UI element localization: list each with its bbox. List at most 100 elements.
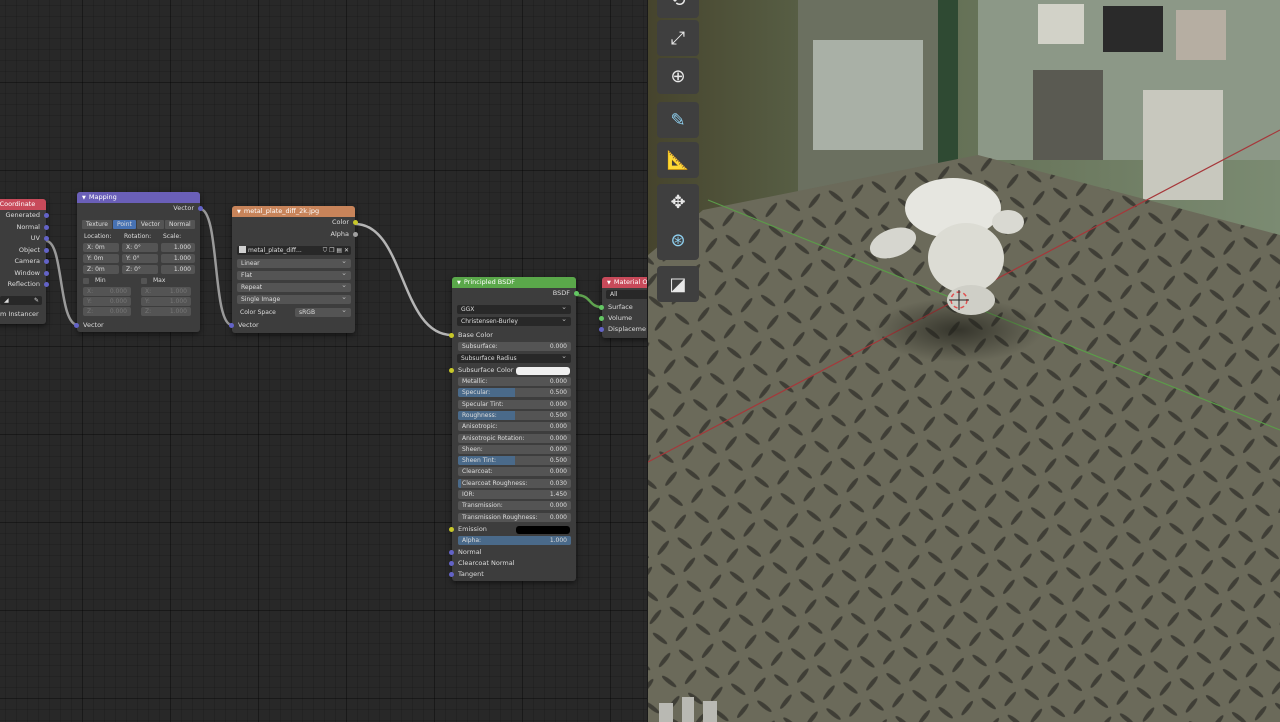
socket[interactable] [44,213,49,218]
color-space-dropdown[interactable]: sRGB [295,308,351,317]
shader-node-editor[interactable]: re Coordinate Generated Normal UV Object… [0,0,648,722]
rotation-z-field[interactable]: Z: 0° [122,265,158,274]
3d-viewport[interactable]: ⟲ ⤢ ⊕ ✎ 📐 ✥ ⊛ ◪ [648,0,1280,722]
object-picker[interactable]: ◢ ✎ [0,296,42,305]
bsdf-param-slider[interactable]: Clearcoat Roughness: 0.030 [458,478,571,488]
min-checkbox[interactable]: Min [83,277,106,284]
slider-value: 0.500 [549,389,567,397]
socket[interactable] [449,561,454,566]
bsdf-param-slider[interactable]: Transmission: 0.000 [458,501,571,511]
socket[interactable] [449,550,454,555]
rotation-y-field[interactable]: Y: 0° [122,254,158,263]
collapse-icon[interactable]: ▼ [607,278,611,288]
bsdf-param-slider[interactable]: Anisotropic: 0.000 [458,422,571,432]
socket[interactable] [74,323,79,328]
image-texture-node[interactable]: ▼ metal_plate_diff_2k.jpg Color Alpha met… [229,206,358,333]
socket[interactable] [353,220,358,225]
min-y-field[interactable]: Y: 0.000 [83,297,131,306]
annotate-icon[interactable]: ✎ [657,102,699,138]
socket[interactable] [198,206,203,211]
max-y-field[interactable]: Y: 1.000 [141,297,191,306]
measure-icon[interactable]: 📐 [657,142,699,178]
orbit-view-icon[interactable]: ⊛ [657,222,699,258]
collapse-icon[interactable]: ▼ [82,193,86,203]
collapse-icon[interactable]: ▼ [237,207,241,217]
bsdf-param-slider[interactable]: Metallic: 0.000 [458,377,571,386]
mapping-node[interactable]: ▼ Mapping Vector Texture Point Vector Nor… [74,192,203,332]
subsurface-color-swatch[interactable] [516,367,570,375]
move-view-icon[interactable]: ✥ [657,184,699,220]
node-header[interactable]: ▼ metal_plate_diff_2k.jpg [232,206,355,217]
rotation-x-field[interactable]: X: 0° [122,243,158,252]
scale-z-field[interactable]: 1.000 [161,265,195,274]
socket[interactable] [449,368,454,373]
min-x-field[interactable]: X: 0.000 [83,287,131,296]
distribution-dropdown[interactable]: GGX [457,305,571,314]
mapping-type-tabs[interactable]: Texture Point Vector Normal [82,220,195,229]
principled-bsdf-node[interactable]: ▼Principled BSDF BSDF GGX Christensen-Bu… [449,277,579,581]
node-header[interactable]: re Coordinate [0,199,46,210]
slider-label: Specular Tint: [462,400,504,408]
socket[interactable] [599,316,604,321]
socket[interactable] [44,259,49,264]
node-header[interactable]: ▼ Material Ou [602,277,648,288]
socket[interactable] [574,291,579,296]
max-z-field[interactable]: Z: 1.000 [141,307,191,316]
tab-normal[interactable]: Normal [165,220,195,229]
location-x-field[interactable]: X: 0m [83,243,119,252]
target-dropdown[interactable]: All [606,290,648,299]
bsdf-param-slider[interactable]: Sheen Tint: 0.500 [458,456,571,466]
bsdf-param-slider[interactable]: Transmission Roughness: 0.000 [458,512,571,522]
emission-color-swatch[interactable] [516,526,570,534]
max-checkbox[interactable]: Max [141,277,165,284]
node-header[interactable]: ▼ Mapping [77,192,200,203]
socket[interactable] [449,527,454,532]
transform-icon[interactable]: ⊕ [657,58,699,94]
scale-x-field[interactable]: 1.000 [161,243,195,252]
socket[interactable] [44,270,49,276]
subsurface-slider[interactable]: Subsurface: 0.000 [458,342,571,351]
socket[interactable] [44,247,49,253]
socket[interactable] [44,282,49,287]
texture-coordinate-node[interactable]: re Coordinate Generated Normal UV Object… [0,199,49,324]
bsdf-param-slider[interactable]: IOR: 1.450 [458,490,571,499]
add-cube-icon[interactable]: ◪ [657,266,699,302]
bsdf-param-slider[interactable]: Sheen: 0.000 [458,444,571,454]
bsdf-param-slider[interactable]: Clearcoat: 0.000 [458,467,571,477]
alpha-slider[interactable]: Alpha: 1.000 [458,536,571,545]
collapse-icon[interactable]: ▼ [457,278,461,288]
node-header[interactable]: ▼ Principled BSDF [452,277,576,288]
scale-icon[interactable]: ⤢ [657,20,699,56]
bsdf-param-slider[interactable]: Specular: 0.500 [458,388,571,398]
socket[interactable] [229,323,234,328]
image-actions[interactable]: ⛉ ❐ ▤ ✕ [323,246,349,255]
socket[interactable] [449,572,454,577]
rotate-icon[interactable]: ⟲ [657,0,699,18]
socket[interactable] [353,231,358,237]
socket[interactable] [599,327,604,332]
socket[interactable] [44,236,49,241]
socket[interactable] [449,333,454,338]
bsdf-param-slider[interactable]: Anisotropic Rotation: 0.000 [458,433,571,443]
extension-dropdown[interactable]: Repeat [237,283,351,292]
image-selector[interactable]: metal_plate_diff... ⛉ ❐ ▤ ✕ [237,246,351,255]
min-z-field[interactable]: Z: 0.000 [83,307,131,316]
subsurface-method-dropdown[interactable]: Christensen-Burley [457,317,571,326]
material-output-node[interactable]: ▼ Material Ou All Surface Volume Displace… [599,277,648,338]
subsurface-radius-dropdown[interactable]: Subsurface Radius [457,354,571,363]
scale-y-field[interactable]: 1.000 [161,254,195,263]
location-y-field[interactable]: Y: 0m [83,254,119,263]
tab-texture[interactable]: Texture [82,220,112,229]
tab-vector[interactable]: Vector [136,220,164,229]
max-x-field[interactable]: X: 1.000 [141,287,191,296]
location-z-field[interactable]: Z: 0m [83,265,119,274]
interpolation-dropdown[interactable]: Linear [237,259,351,268]
projection-dropdown[interactable]: Flat [237,271,351,280]
eyedropper-icon[interactable]: ✎ [34,296,39,305]
bsdf-param-slider[interactable]: Roughness: 0.500 [458,410,571,420]
source-dropdown[interactable]: Single Image [237,295,351,304]
tab-point[interactable]: Point [112,220,136,229]
socket[interactable] [44,224,49,230]
bsdf-param-slider[interactable]: Specular Tint: 0.000 [458,399,571,409]
socket[interactable] [599,305,604,310]
